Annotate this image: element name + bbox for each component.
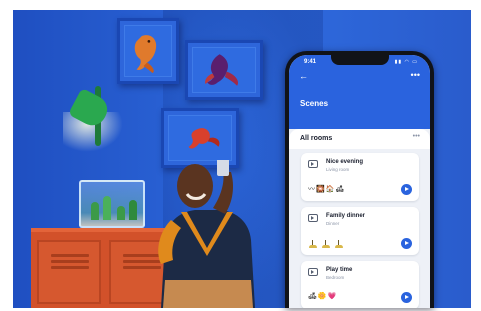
- phone-notch: [330, 55, 389, 65]
- scene-light-icons: 🛋🌼💗: [308, 292, 338, 300]
- fish-frame-red: [161, 108, 239, 168]
- scene-name: Play time: [326, 267, 353, 273]
- pendant-lamp-icon: [322, 240, 330, 249]
- scene-room: Dinner: [326, 221, 340, 226]
- scene-card-nice-evening[interactable]: Nice evening Living room 〰🎇🏠🛋: [301, 153, 419, 201]
- status-icons: ▮▮ ◠ ▭: [394, 59, 418, 65]
- pendant-lamp-icon: [309, 240, 317, 249]
- fish-tank: [79, 180, 145, 228]
- back-arrow-icon[interactable]: ←: [299, 71, 308, 81]
- phone-device: 9:41 ▮▮ ◠ ▭ ← ••• Scenes All rooms ••• N…: [285, 51, 434, 308]
- scene-name: Family dinner: [326, 213, 366, 219]
- scene-name: Nice evening: [326, 159, 364, 165]
- fish-frame-purple: [185, 40, 263, 100]
- scene-icon: [308, 268, 318, 276]
- red-fish-art: [188, 128, 220, 149]
- pendant-lamp-icon: [335, 240, 343, 249]
- page-title: Scenes: [300, 99, 329, 108]
- scene-icon: [308, 160, 318, 168]
- cabinet-door-left: [37, 240, 101, 304]
- app-screen: 9:41 ▮▮ ◠ ▭ ← ••• Scenes All rooms ••• N…: [289, 55, 430, 308]
- scene-icon: [308, 214, 318, 222]
- play-scene-button[interactable]: [401, 238, 412, 249]
- fish-frame-orange: [117, 18, 179, 84]
- more-options-icon[interactable]: •••: [411, 70, 420, 80]
- section-title: All rooms: [300, 135, 333, 142]
- scene-room: Bedroom: [326, 275, 345, 280]
- status-time: 9:41: [304, 59, 317, 65]
- person-with-phone: [158, 160, 255, 308]
- play-scene-button[interactable]: [401, 292, 412, 303]
- scene-card-play-time[interactable]: Play time Bedroom 🛋🌼💗: [301, 261, 419, 308]
- section-more-icon[interactable]: •••: [413, 133, 420, 140]
- pendant-lamp-icons: [309, 240, 343, 249]
- scene-room: Living room: [326, 167, 350, 172]
- app-header: 9:41 ▮▮ ◠ ▭ ← ••• Scenes: [289, 55, 430, 129]
- orange-fish-art: [134, 35, 157, 73]
- purple-fish-art: [205, 54, 239, 86]
- scene-card-family-dinner[interactable]: Family dinner Dinner: [301, 207, 419, 255]
- scene-light-icons: 〰🎇🏠🛋: [308, 185, 346, 193]
- play-scene-button[interactable]: [401, 184, 412, 195]
